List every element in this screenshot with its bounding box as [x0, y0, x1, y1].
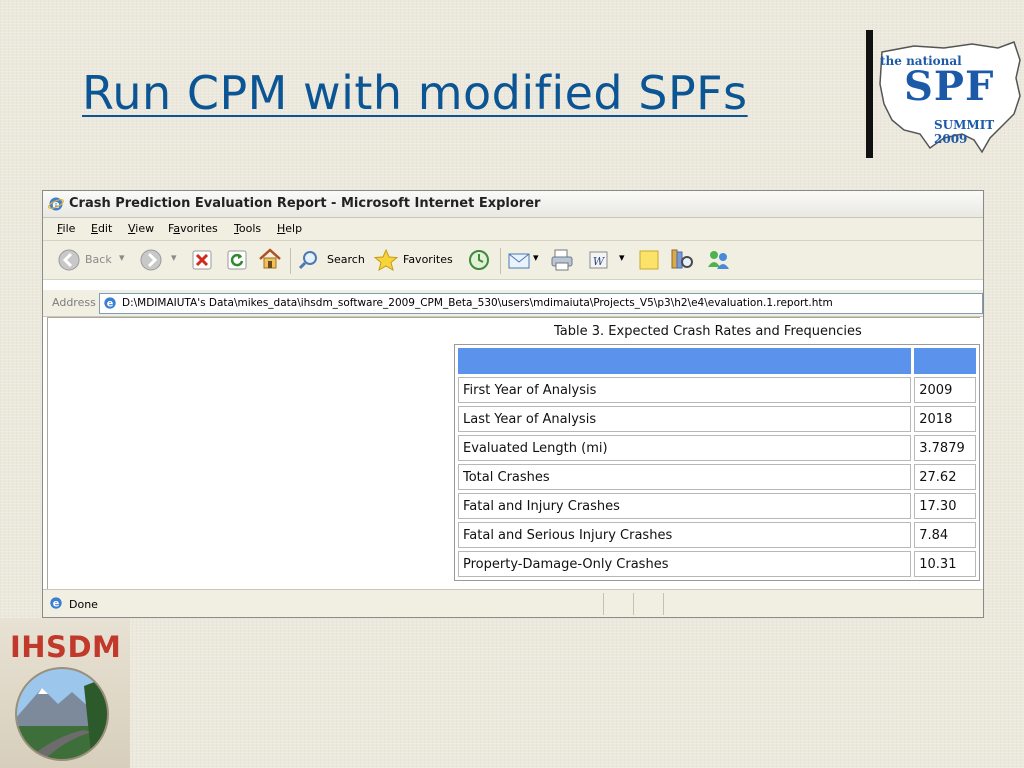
print-icon[interactable] — [549, 248, 575, 272]
row-value: 2009 — [914, 377, 976, 403]
slide-title: Run CPM with modified SPFs — [82, 66, 748, 120]
row-value: 27.62 — [914, 464, 976, 490]
row-value: 2018 — [914, 406, 976, 432]
browser-window: e Crash Prediction Evaluation Report - M… — [42, 190, 984, 618]
svg-text:W: W — [593, 255, 606, 268]
ihsdm-logo: IHSDM — [0, 618, 130, 768]
search-button-label[interactable]: Search — [327, 253, 365, 266]
table-row: Evaluated Length (mi) 3.7879 — [458, 435, 976, 461]
menu-file[interactable]: File — [57, 222, 75, 235]
menu-tools[interactable]: Tools — [234, 222, 261, 235]
page-icon: e — [104, 297, 116, 310]
word-icon[interactable]: W — [588, 249, 610, 271]
row-label: Total Crashes — [458, 464, 912, 490]
menu-bar: File Edit View Favorites Tools Help — [43, 218, 983, 241]
spf-summit-logo: the national SPF SUMMIT 2009 — [874, 30, 1024, 158]
row-label: Evaluated Length (mi) — [458, 435, 912, 461]
row-label: Fatal and Injury Crashes — [458, 493, 912, 519]
row-label: Last Year of Analysis — [458, 406, 912, 432]
favorites-star-icon[interactable] — [373, 248, 399, 272]
window-titlebar[interactable]: e Crash Prediction Evaluation Report - M… — [43, 191, 983, 218]
table-row: Last Year of Analysis 2018 — [458, 406, 976, 432]
forward-dropdown-icon[interactable]: ▾ — [171, 251, 177, 264]
mail-dropdown-icon[interactable]: ▾ — [533, 251, 539, 264]
menu-view[interactable]: View — [128, 222, 154, 235]
header-cell-value — [914, 348, 976, 374]
report-table-title: Table 3. Expected Crash Rates and Freque… — [554, 324, 862, 339]
favorites-button-label[interactable]: Favorites — [403, 253, 453, 266]
row-label: Property-Damage-Only Crashes — [458, 551, 912, 577]
header-cell-label — [458, 348, 912, 374]
status-page-icon: e — [50, 597, 62, 610]
home-icon[interactable] — [257, 247, 283, 271]
row-value: 10.31 — [914, 551, 976, 577]
menu-help[interactable]: Help — [277, 222, 302, 235]
address-input[interactable]: e D:\MDIMAIUTA's Data\mikes_data\ihsdm_s… — [99, 293, 983, 314]
back-button-label[interactable]: Back — [85, 253, 112, 266]
svg-text:e: e — [53, 599, 60, 610]
refresh-icon[interactable] — [227, 250, 247, 270]
ihsdm-logo-text: IHSDM — [10, 630, 122, 664]
menu-edit[interactable]: Edit — [91, 222, 112, 235]
messenger-icon[interactable] — [705, 247, 731, 273]
status-bar: e Done — [43, 589, 983, 617]
status-text: Done — [69, 598, 98, 611]
spf-logo-main: SPF — [904, 63, 995, 110]
history-icon[interactable] — [467, 248, 491, 272]
table-row: Property-Damage-Only Crashes 10.31 — [458, 551, 976, 577]
row-label: Fatal and Serious Injury Crashes — [458, 522, 912, 548]
table-header-row — [458, 348, 976, 374]
logo-divider — [866, 30, 873, 158]
table-row: Fatal and Injury Crashes 17.30 — [458, 493, 976, 519]
row-value: 7.84 — [914, 522, 976, 548]
row-value: 17.30 — [914, 493, 976, 519]
ie-icon: e — [48, 197, 64, 211]
crash-rates-table: First Year of Analysis 2009 Last Year of… — [454, 344, 980, 581]
address-bar: Address e D:\MDIMAIUTA's Data\mikes_data… — [43, 290, 983, 317]
mail-icon[interactable] — [507, 249, 531, 271]
forward-icon[interactable] — [139, 248, 163, 272]
mountain-road-icon — [15, 667, 109, 761]
svg-text:e: e — [107, 299, 114, 310]
search-icon[interactable] — [297, 249, 319, 271]
toolbar: Back ▾ ▾ Search Favorites ▾ W ▾ — [43, 241, 983, 280]
table-row: Total Crashes 27.62 — [458, 464, 976, 490]
back-dropdown-icon[interactable]: ▾ — [119, 251, 125, 264]
research-icon[interactable] — [669, 248, 695, 272]
address-url[interactable]: D:\MDIMAIUTA's Data\mikes_data\ihsdm_sof… — [122, 297, 833, 309]
edit-dropdown-icon[interactable]: ▾ — [619, 251, 625, 264]
note-icon[interactable] — [637, 248, 661, 272]
row-label: First Year of Analysis — [458, 377, 912, 403]
stop-icon[interactable] — [192, 250, 212, 270]
table-row: First Year of Analysis 2009 — [458, 377, 976, 403]
address-label: Address — [52, 296, 96, 309]
menu-favorites[interactable]: Favorites — [168, 222, 218, 235]
back-icon[interactable] — [57, 248, 81, 272]
row-value: 3.7879 — [914, 435, 976, 461]
page-content: Table 3. Expected Crash Rates and Freque… — [47, 317, 980, 590]
spf-logo-line3: SUMMIT 2009 — [934, 118, 995, 146]
window-title: Crash Prediction Evaluation Report - Mic… — [69, 196, 541, 211]
table-row: Fatal and Serious Injury Crashes 7.84 — [458, 522, 976, 548]
